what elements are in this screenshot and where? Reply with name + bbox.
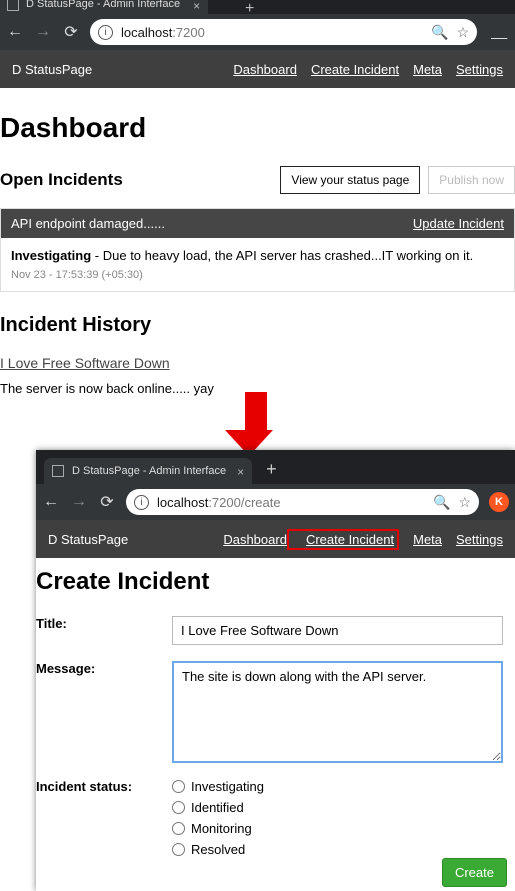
tab-bar-2: D StatusPage - Admin Interface × + bbox=[36, 450, 515, 484]
nav-create-incident-2[interactable]: Create Incident bbox=[306, 532, 394, 547]
forward-icon[interactable]: → bbox=[70, 493, 88, 511]
minimize-icon[interactable]: __ bbox=[487, 23, 509, 41]
incident-header: API endpoint damaged...... Update Incide… bbox=[1, 209, 514, 238]
close-tab-icon[interactable]: × bbox=[193, 0, 200, 13]
back-icon[interactable]: ← bbox=[6, 23, 24, 41]
title-label: Title: bbox=[36, 616, 172, 645]
radio-investigating[interactable] bbox=[172, 780, 185, 793]
forward-icon[interactable]: → bbox=[34, 23, 52, 41]
browser-window-1: D StatusPage - Admin Interface × + ← → ⟳… bbox=[0, 0, 515, 404]
search-icon[interactable]: 🔍 bbox=[431, 24, 448, 41]
create-button[interactable]: Create bbox=[442, 858, 507, 887]
incident-card: API endpoint damaged...... Update Incide… bbox=[0, 208, 515, 292]
url-text-2: localhost:7200/create bbox=[157, 495, 425, 510]
incident-history-heading: Incident History bbox=[0, 314, 515, 337]
nav-meta[interactable]: Meta bbox=[413, 62, 442, 77]
address-bar[interactable]: i localhost:7200 🔍 ☆ bbox=[90, 19, 477, 45]
radio-label: Monitoring bbox=[191, 821, 252, 836]
browser-tab-2[interactable]: D StatusPage - Admin Interface × bbox=[44, 458, 252, 484]
url-host-2: localhost bbox=[157, 495, 208, 510]
browser-toolbar: ← → ⟳ i localhost:7200 🔍 ☆ __ bbox=[0, 14, 515, 50]
message-row: Message: bbox=[36, 661, 503, 763]
status-option-resolved[interactable]: Resolved bbox=[172, 842, 503, 857]
page-favicon-icon bbox=[52, 465, 64, 477]
browser-tab[interactable]: D StatusPage - Admin Interface × bbox=[0, 0, 208, 14]
create-incident-page: Create Incident Title: Message: Incident… bbox=[36, 558, 515, 891]
reload-icon[interactable]: ⟳ bbox=[98, 492, 116, 512]
open-incidents-heading: Open Incidents bbox=[0, 170, 280, 190]
site-info-icon[interactable]: i bbox=[98, 25, 113, 40]
title-row: Title: bbox=[36, 616, 503, 645]
reload-icon[interactable]: ⟳ bbox=[62, 22, 80, 42]
nav-settings-2[interactable]: Settings bbox=[456, 532, 503, 547]
status-option-monitoring[interactable]: Monitoring bbox=[172, 821, 503, 836]
nav-settings[interactable]: Settings bbox=[456, 62, 503, 77]
browser-window-2: D StatusPage - Admin Interface × + ← → ⟳… bbox=[36, 450, 515, 891]
nav-dashboard-2[interactable]: Dashboard bbox=[223, 532, 287, 547]
url-text: localhost:7200 bbox=[121, 25, 423, 40]
brand-title: D StatusPage bbox=[12, 62, 219, 77]
page-favicon-icon bbox=[7, 0, 19, 11]
radio-monitoring[interactable] bbox=[172, 822, 185, 835]
status-label: Incident status: bbox=[36, 779, 172, 863]
create-heading: Create Incident bbox=[36, 568, 503, 596]
tab-bar: D StatusPage - Admin Interface × + bbox=[0, 0, 515, 14]
search-icon[interactable]: 🔍 bbox=[433, 494, 450, 511]
incident-status: Investigating bbox=[11, 248, 91, 263]
update-incident-link[interactable]: Update Incident bbox=[413, 216, 504, 231]
status-option-identified[interactable]: Identified bbox=[172, 800, 503, 815]
incident-timestamp: Nov 23 - 17:53:39 (+05:30) bbox=[11, 269, 504, 281]
close-tab-icon[interactable]: × bbox=[237, 465, 244, 479]
tab-title-2: D StatusPage - Admin Interface bbox=[72, 465, 226, 477]
radio-label: Investigating bbox=[191, 779, 264, 794]
dashboard-page: Dashboard Open Incidents View your statu… bbox=[0, 88, 515, 396]
site-info-icon[interactable]: i bbox=[134, 495, 149, 510]
url-host: localhost bbox=[121, 25, 172, 40]
highlight-box: Create Incident bbox=[287, 529, 399, 550]
incident-body: Investigating - Due to heavy load, the A… bbox=[1, 238, 514, 291]
tab-title: D StatusPage - Admin Interface bbox=[26, 0, 180, 10]
annotation-arrow-icon bbox=[238, 392, 273, 456]
status-row: Incident status: Investigating Identifie… bbox=[36, 779, 503, 863]
new-tab-icon[interactable]: + bbox=[258, 459, 285, 484]
nav-meta-2[interactable]: Meta bbox=[413, 532, 442, 547]
publish-now-button[interactable]: Publish now bbox=[428, 166, 515, 194]
radio-label: Identified bbox=[191, 800, 244, 815]
browser-toolbar-2: ← → ⟳ i localhost:7200/create 🔍 ☆ K bbox=[36, 484, 515, 520]
history-item-link[interactable]: I Love Free Software Down bbox=[0, 355, 170, 371]
status-option-investigating[interactable]: Investigating bbox=[172, 779, 503, 794]
app-navbar: D StatusPage Dashboard Create Incident M… bbox=[0, 50, 515, 88]
radio-identified[interactable] bbox=[172, 801, 185, 814]
status-radio-group: Investigating Identified Monitoring Reso… bbox=[172, 779, 503, 863]
radio-resolved[interactable] bbox=[172, 843, 185, 856]
nav-dashboard[interactable]: Dashboard bbox=[233, 62, 297, 77]
address-bar-2[interactable]: i localhost:7200/create 🔍 ☆ bbox=[126, 489, 479, 515]
radio-label: Resolved bbox=[191, 842, 245, 857]
bookmark-icon[interactable]: ☆ bbox=[458, 494, 471, 511]
title-input[interactable] bbox=[172, 616, 503, 645]
url-rest-2: :7200/create bbox=[208, 495, 280, 510]
url-port: :7200 bbox=[172, 25, 205, 40]
incident-message: - Due to heavy load, the API server has … bbox=[91, 248, 473, 263]
nav-create-incident[interactable]: Create Incident bbox=[311, 62, 399, 77]
new-tab-icon[interactable]: + bbox=[245, 0, 254, 18]
open-incidents-header: Open Incidents View your status page Pub… bbox=[0, 166, 515, 194]
message-label: Message: bbox=[36, 661, 172, 763]
page-title: Dashboard bbox=[0, 112, 515, 144]
profile-avatar[interactable]: K bbox=[489, 492, 509, 512]
brand-title-2: D StatusPage bbox=[48, 532, 209, 547]
view-status-page-button[interactable]: View your status page bbox=[280, 166, 420, 194]
back-icon[interactable]: ← bbox=[42, 493, 60, 511]
message-textarea[interactable] bbox=[172, 661, 503, 763]
incident-title: API endpoint damaged...... bbox=[11, 216, 413, 231]
app-navbar-2: D StatusPage Dashboard Create Incident M… bbox=[36, 520, 515, 558]
bookmark-icon[interactable]: ☆ bbox=[457, 24, 470, 41]
